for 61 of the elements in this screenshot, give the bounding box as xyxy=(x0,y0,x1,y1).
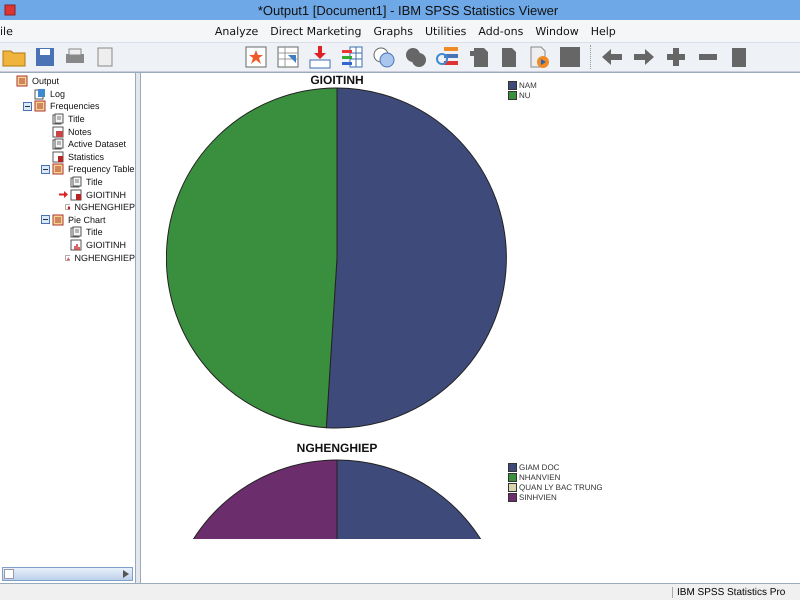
collapse-icon[interactable] xyxy=(40,215,50,224)
outline-item[interactable]: Active Dataset xyxy=(68,139,126,150)
outline-item[interactable]: Statistics xyxy=(68,152,104,162)
app-icon xyxy=(4,4,16,16)
save-icon[interactable] xyxy=(34,46,56,68)
collapse-icon[interactable] xyxy=(40,164,50,174)
chart-title: GIOITINH xyxy=(309,73,365,87)
document-play-icon[interactable] xyxy=(528,45,550,69)
scroll-thumb[interactable] xyxy=(4,569,14,579)
outline-item[interactable]: NGHENGHIEP xyxy=(74,252,135,263)
page-icon[interactable] xyxy=(468,45,490,69)
menu-item[interactable]: Direct Marketing xyxy=(265,22,367,40)
legend-label: NU xyxy=(519,90,531,100)
grid-icon[interactable] xyxy=(340,45,364,69)
document-icon xyxy=(70,226,82,238)
circles-icon[interactable] xyxy=(404,45,428,69)
status-text: IBM SPSS Statistics Pro xyxy=(672,586,800,598)
plus-icon[interactable] xyxy=(664,45,688,69)
scrollbar[interactable] xyxy=(2,567,133,581)
outline-item[interactable]: Title xyxy=(86,177,103,188)
square-icon[interactable] xyxy=(558,45,582,69)
document-icon xyxy=(70,176,82,188)
outline-item[interactable]: Output xyxy=(32,76,60,86)
legend-label: QUAN LY BAC TRUNG xyxy=(519,482,603,492)
document-icon xyxy=(52,113,64,126)
window-title: *Output1 [Document1] - IBM SPSS Statistics Viewer xyxy=(256,2,560,18)
book-icon xyxy=(52,214,64,226)
notes-icon xyxy=(52,126,64,138)
menu-item[interactable]: Utilities xyxy=(420,22,472,40)
book-icon xyxy=(34,100,46,112)
book-icon xyxy=(52,163,64,176)
menu-item[interactable]: Window xyxy=(530,22,584,40)
outline-item[interactable]: Title xyxy=(68,114,85,124)
outline-item[interactable]: Notes xyxy=(68,126,92,137)
menu-item[interactable]: ile xyxy=(0,22,18,40)
outline-item[interactable]: Frequencies xyxy=(50,101,100,112)
legend-label: NHANVIEN xyxy=(519,472,560,482)
outline-item[interactable]: Log xyxy=(50,88,66,99)
outline-item[interactable]: NGHENGHIEP xyxy=(74,202,135,212)
chart-title: NGHENGHIEP xyxy=(296,441,378,455)
legend-label: NAM xyxy=(519,80,537,90)
menu-item[interactable]: Graphs xyxy=(368,22,418,40)
outline-item[interactable]: GIOITINH xyxy=(86,240,126,250)
legend-label: SINHVIEN xyxy=(519,492,557,502)
legend-label: GIAM DOC xyxy=(519,462,560,472)
circles-icon[interactable] xyxy=(372,45,396,69)
document-icon xyxy=(52,138,64,150)
book-icon xyxy=(16,75,28,88)
collapse-icon[interactable] xyxy=(22,102,32,111)
outline-item[interactable]: Frequency Table xyxy=(68,164,134,174)
menu-item[interactable]: Analyze xyxy=(210,22,264,40)
scroll-right-icon[interactable] xyxy=(122,569,130,579)
menu-item[interactable]: Add-ons xyxy=(473,22,528,40)
outline-item[interactable]: Title xyxy=(86,227,103,238)
table-icon[interactable] xyxy=(276,45,300,69)
outline-item[interactable]: Pie Chart xyxy=(68,214,106,225)
table-icon xyxy=(52,150,64,163)
outline-item[interactable]: GIOITINH xyxy=(86,190,126,200)
log-icon xyxy=(34,88,46,100)
download-table-icon[interactable] xyxy=(308,45,332,69)
menu-item[interactable]: Help xyxy=(586,22,621,40)
